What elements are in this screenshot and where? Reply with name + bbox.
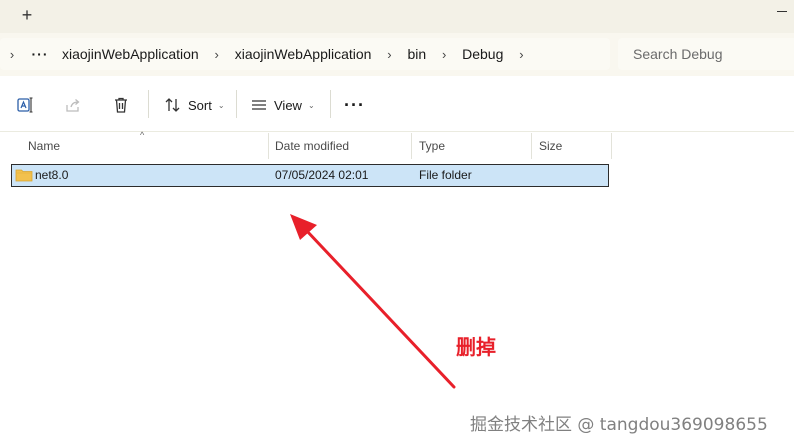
watermark: 掘金技术社区 @ tangdou369098655 [470, 415, 768, 435]
annotation-arrow [290, 214, 456, 389]
annotation-label: 删掉 [456, 335, 496, 359]
